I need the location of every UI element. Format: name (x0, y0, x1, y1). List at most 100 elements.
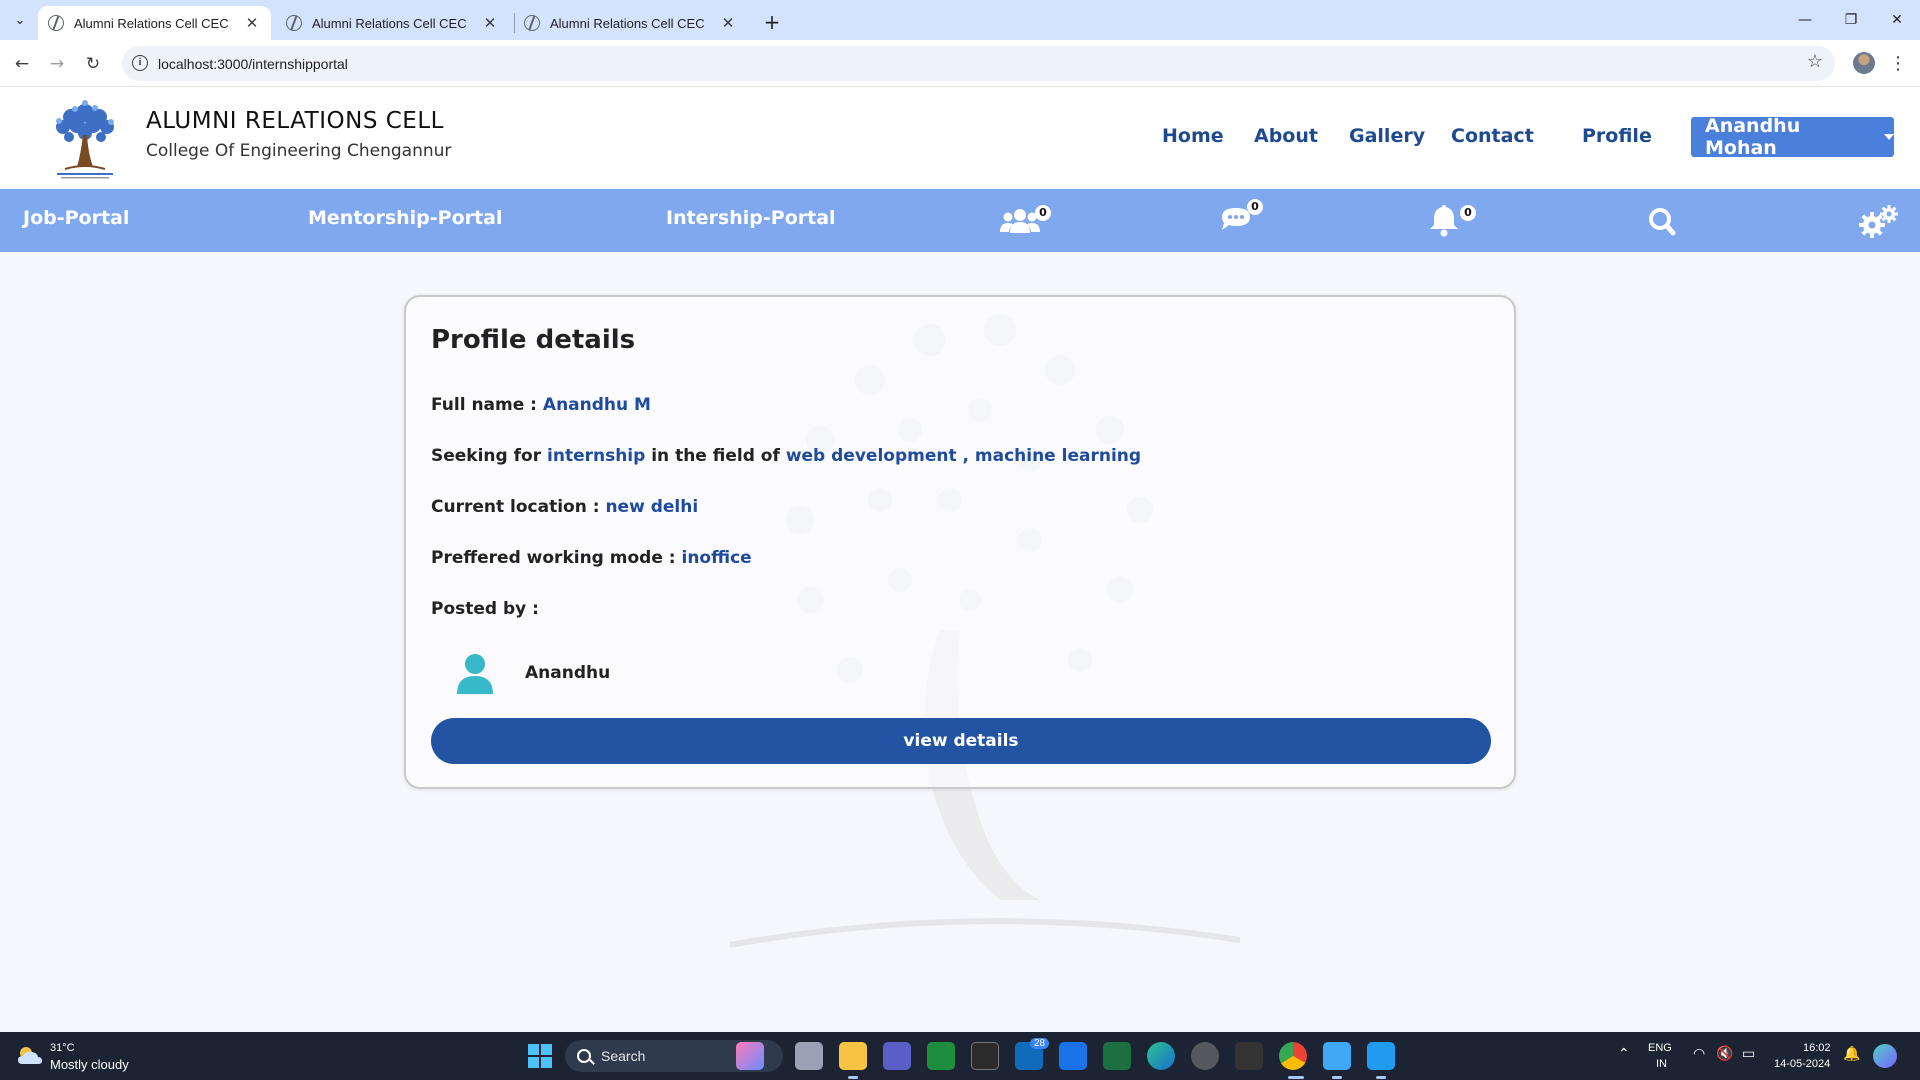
terminal-app-icon[interactable] (971, 1042, 999, 1070)
copilot-tray-icon[interactable] (1873, 1044, 1897, 1068)
file-explorer-icon[interactable] (839, 1042, 867, 1070)
classroom-app-icon[interactable] (927, 1042, 955, 1070)
clock-date[interactable]: 14-05-2024 (1774, 1058, 1830, 1070)
browser-tab-2[interactable]: Alumni Relations Cell CEC ✕ (276, 6, 509, 40)
user-dropdown-button[interactable]: Anandhu Mohan (1691, 115, 1894, 159)
close-icon[interactable]: ✕ (481, 14, 499, 32)
site-info-icon[interactable]: i (132, 55, 148, 71)
nav-profile-link[interactable]: Profile (1582, 125, 1652, 147)
full-name-value: Anandhu M (542, 395, 651, 415)
taskbar-search-label: Search (601, 1048, 646, 1064)
nav-contact-link[interactable]: Contact (1451, 125, 1534, 147)
store-app-icon[interactable] (1059, 1042, 1087, 1070)
working-mode-label: Preffered working mode : (431, 548, 676, 568)
weather-temperature: 31°C (50, 1042, 75, 1054)
running-indicator (1376, 1076, 1386, 1079)
forward-icon[interactable]: → (43, 50, 71, 78)
weather-description: Mostly cloudy (50, 1057, 129, 1072)
chevron-up-icon[interactable]: ⌃ (1618, 1046, 1630, 1062)
restore-button[interactable]: ❐ (1828, 0, 1874, 40)
active-indicator (1288, 1076, 1304, 1079)
browser-menu-icon[interactable]: ⋮ (1888, 50, 1908, 76)
clock-time[interactable]: 16:02 (1803, 1042, 1831, 1054)
speaker-muted-icon[interactable]: 🔇 (1716, 1046, 1733, 1062)
view-details-button[interactable]: view details (431, 718, 1491, 764)
language-region[interactable]: IN (1656, 1058, 1667, 1070)
working-mode-row: Preffered working mode : inoffice (431, 548, 752, 568)
windows-start-icon[interactable] (528, 1044, 552, 1068)
edge-browser-icon[interactable] (1147, 1042, 1175, 1070)
search-icon[interactable] (1640, 203, 1684, 239)
back-icon[interactable]: ← (8, 50, 36, 78)
bookmark-star-icon[interactable]: ☆ (1807, 51, 1823, 72)
caret-down-icon (1884, 134, 1894, 140)
site-header: ALUMNI RELATIONS CELL College Of Enginee… (0, 87, 1920, 189)
card-title: Profile details (431, 325, 636, 355)
job-portal-link[interactable]: Job-Portal (23, 207, 129, 229)
wifi-icon[interactable]: ◠ (1693, 1046, 1705, 1062)
user-avatar-icon (457, 654, 493, 694)
mail-unread-badge: 28 (1030, 1038, 1050, 1049)
nav-home-link[interactable]: Home (1162, 125, 1224, 147)
obs-app-icon[interactable] (1191, 1042, 1219, 1070)
globe-icon (48, 15, 64, 31)
nav-gallery-link[interactable]: Gallery (1349, 125, 1425, 147)
browser-profile-avatar[interactable] (1853, 52, 1875, 74)
user-name: Anandhu Mohan (1705, 115, 1801, 159)
nav-about-link[interactable]: About (1254, 125, 1318, 147)
alumni-tree-logo[interactable] (45, 95, 125, 183)
seeking-row: Seeking for internship in the field of w… (431, 446, 1141, 466)
address-bar[interactable]: i localhost:3000/internshipportal ☆ (122, 46, 1835, 81)
internship-portal-link[interactable]: Intership-Portal (666, 207, 836, 229)
cloudy-weather-icon[interactable] (16, 1044, 44, 1068)
mentorship-portal-link[interactable]: Mentorship-Portal (308, 207, 502, 229)
vscode-app-icon[interactable] (1367, 1042, 1395, 1070)
tab-title: Alumni Relations Cell CEC (74, 15, 229, 31)
new-tab-button[interactable]: + (758, 8, 786, 36)
browser-toolbar: ← → ↻ i localhost:3000/internshipportal … (0, 40, 1920, 87)
browser-tab-1[interactable]: Alumni Relations Cell CEC ✕ (38, 6, 271, 40)
task-view-icon[interactable] (795, 1042, 823, 1070)
working-mode-value: inoffice (681, 548, 752, 568)
windows-taskbar: 31°C Mostly cloudy Search 28 ⌃ ENG IN ◠ … (0, 1032, 1920, 1080)
globe-icon (286, 15, 302, 31)
running-indicator (1332, 1076, 1342, 1079)
barcode-app-icon[interactable] (1235, 1042, 1263, 1070)
brand-subtitle: College Of Engineering Chengannur (146, 141, 452, 161)
browser-tab-3[interactable]: Alumni Relations Cell CEC ✕ (514, 6, 747, 40)
search-icon (577, 1049, 591, 1063)
close-window-button[interactable]: ✕ (1874, 0, 1920, 40)
full-name-row: Full name : Anandhu M (431, 395, 651, 415)
notifications-count-badge: 0 (1460, 205, 1476, 221)
teams-app-icon[interactable] (883, 1042, 911, 1070)
notification-bell-icon[interactable]: 🔔 (1843, 1046, 1860, 1062)
full-name-label: Full name : (431, 395, 537, 415)
chrome-browser-icon[interactable] (1279, 1042, 1307, 1070)
battery-icon[interactable]: ▭ (1742, 1046, 1755, 1062)
seeking-type-value: internship (547, 446, 646, 466)
language-code[interactable]: ENG (1648, 1042, 1672, 1054)
location-row: Current location : new delhi (431, 497, 698, 517)
location-label: Current location : (431, 497, 600, 517)
poster-name: Anandhu (525, 663, 611, 683)
location-value: new delhi (605, 497, 699, 517)
excel-app-icon[interactable] (1103, 1042, 1131, 1070)
browser-tab-bar: ⌄ Alumni Relations Cell CEC ✕ Alumni Rel… (0, 0, 1920, 40)
fields-value: web development , machine learning (785, 446, 1142, 466)
minimize-button[interactable]: — (1782, 0, 1828, 40)
reload-icon[interactable]: ↻ (79, 50, 107, 78)
globe-icon (524, 15, 540, 31)
messages-count-badge: 0 (1247, 199, 1263, 215)
posted-by-label: Posted by : (431, 599, 539, 619)
gear-icon[interactable] (1856, 203, 1900, 239)
url-text: localhost:3000/internshipportal (158, 55, 348, 72)
close-icon[interactable]: ✕ (719, 14, 737, 32)
seeking-label: Seeking for (431, 446, 542, 466)
tab-search-button[interactable]: ⌄ (7, 7, 33, 33)
tab-title: Alumni Relations Cell CEC (312, 15, 467, 31)
close-icon[interactable]: ✕ (243, 14, 261, 32)
copilot-app-icon[interactable] (736, 1042, 764, 1070)
portal-navbar: Job-Portal Mentorship-Portal Intership-P… (0, 189, 1920, 252)
tab-title: Alumni Relations Cell CEC (550, 15, 705, 31)
notepad-app-icon[interactable] (1323, 1042, 1351, 1070)
